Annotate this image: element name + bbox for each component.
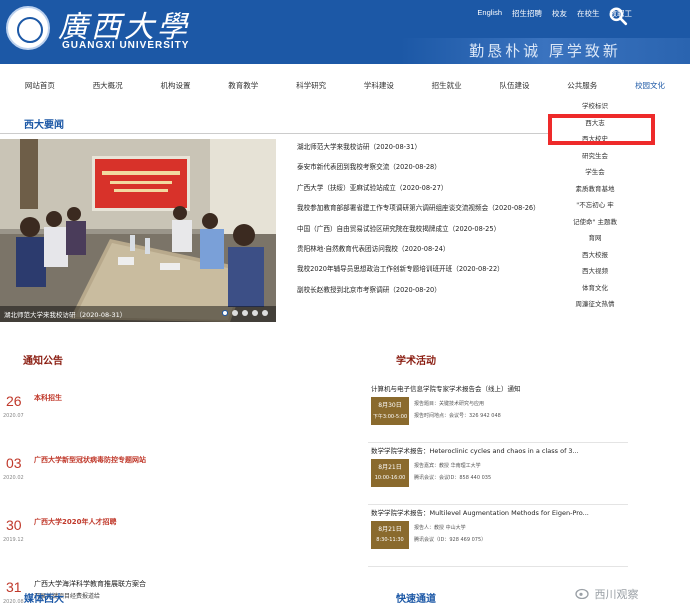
academic-detail: 报告嘉宾：教授 华南理工大学 bbox=[414, 463, 481, 469]
notice-title[interactable]: 广西大学新型冠状病毒防控专题网站 bbox=[34, 455, 146, 465]
news-item[interactable]: 我校参加教育部部署省建工作专项调研第六调研组座谈交流视频会（2020-08-26… bbox=[297, 198, 557, 218]
nav-item-faculty[interactable]: 队伍建设 bbox=[499, 75, 529, 97]
nav-item-home[interactable]: 网站首页 bbox=[25, 75, 55, 97]
carousel-dots bbox=[222, 310, 268, 316]
notice-item[interactable]: 03 2020.02 广西大学新型冠状病毒防控专题网站 bbox=[0, 447, 200, 509]
notice-day: 30 bbox=[6, 517, 22, 533]
academic-section-title[interactable]: 学术活动 bbox=[396, 352, 436, 367]
news-item[interactable]: 湖北师范大学来我校访研（2020-08-31） bbox=[297, 137, 557, 157]
academic-title[interactable]: 数学学院学术报告：Multilevel Augmentation Methods… bbox=[371, 507, 616, 517]
dropdown-item[interactable]: "不忘初心 牢 bbox=[556, 197, 634, 214]
watermark: 西川观察 bbox=[575, 586, 639, 602]
dropdown-item[interactable]: 西大校报 bbox=[556, 247, 634, 264]
header-link-students[interactable]: 在校生 bbox=[577, 8, 600, 19]
nav-item-admissions[interactable]: 招生就业 bbox=[432, 75, 462, 97]
site-header: 廣西大學 GUANGXI UNIVERSITY English 招生招聘 校友 … bbox=[0, 0, 690, 64]
media-section-title[interactable]: 媒体西大 bbox=[24, 590, 64, 605]
academic-item[interactable]: 数学学院学术报告：Heteroclinic cycles and chaos i… bbox=[368, 443, 628, 505]
academic-detail: 报告人：教授 中山大学 bbox=[414, 525, 466, 531]
school-motto: 勤恳朴诚 厚学致新 bbox=[400, 38, 690, 64]
academic-title[interactable]: 计算机与电子信息学院专家学术报告会（线上）通知 bbox=[371, 383, 616, 393]
news-item[interactable]: 中国（广西）自由贸易试验区研究院在我校揭牌成立（2020-08-25） bbox=[297, 219, 557, 239]
carousel-dot[interactable] bbox=[232, 310, 238, 316]
notice-item[interactable]: 30 2019.12 广西大学2020年人才招聘 bbox=[0, 509, 200, 571]
main-nav: 网站首页 西大概况 机构设置 教育教学 科学研究 学科建设 招生就业 队伍建设 … bbox=[0, 75, 690, 97]
notice-section-title[interactable]: 通知公告 bbox=[23, 352, 63, 367]
date-badge: 8月21日 10:00-16:00 bbox=[371, 459, 409, 487]
photo-caption[interactable]: 湖北师范大学来我校访研（2020-08-31） bbox=[4, 309, 126, 319]
notice-day: 31 bbox=[6, 579, 22, 595]
notice-item[interactable]: 26 2020.07 本科招生 bbox=[0, 385, 200, 447]
nav-item-research[interactable]: 科学研究 bbox=[296, 75, 326, 97]
notice-title[interactable]: 本科招生 bbox=[34, 393, 62, 403]
header-link-english[interactable]: English bbox=[477, 8, 502, 19]
notice-month: 2020.08 bbox=[3, 599, 24, 605]
divider bbox=[0, 133, 548, 134]
dropdown-item[interactable]: 学校标识 bbox=[556, 98, 634, 115]
academic-list: 计算机与电子信息学院专家学术报告会（线上）通知 8月30日 下午3:00-5:0… bbox=[368, 381, 628, 567]
academic-detail: 腾讯会议：会议ID：858 440 035 bbox=[414, 475, 492, 481]
date-badge-day: 8月30日 bbox=[378, 402, 402, 409]
nav-item-services[interactable]: 公共服务 bbox=[567, 75, 597, 97]
date-badge-day: 8月21日 bbox=[378, 464, 402, 471]
dropdown-item[interactable]: 西大视频 bbox=[556, 263, 634, 280]
news-item[interactable]: 副校长赵教授到北京市考察调研（2020-08-20） bbox=[297, 280, 557, 300]
academic-item[interactable]: 数学学院学术报告：Multilevel Augmentation Methods… bbox=[368, 505, 628, 567]
carousel-dot[interactable] bbox=[262, 310, 268, 316]
notice-month: 2020.02 bbox=[3, 475, 24, 481]
carousel-dot[interactable] bbox=[252, 310, 258, 316]
carousel-dot[interactable] bbox=[242, 310, 248, 316]
nav-item-disciplines[interactable]: 学科建设 bbox=[364, 75, 394, 97]
academic-title[interactable]: 数学学院学术报告：Heteroclinic cycles and chaos i… bbox=[371, 445, 616, 455]
watermark-text: 西川观察 bbox=[594, 588, 639, 601]
notice-day: 03 bbox=[6, 455, 22, 471]
university-logo[interactable] bbox=[6, 6, 50, 50]
academic-detail: 报告时间地点：会议号：326 942 048 bbox=[414, 413, 501, 419]
dropdown-item[interactable]: 研究生会 bbox=[556, 148, 634, 165]
dropdown-item[interactable]: 学生会 bbox=[556, 164, 634, 181]
site-title-en: GUANGXI UNIVERSITY bbox=[62, 40, 190, 51]
news-list: 湖北师范大学来我校访研（2020-08-31） 泰安市新代表团到我校考察交流（2… bbox=[297, 137, 557, 300]
nav-item-campus-culture[interactable]: 校园文化 bbox=[635, 75, 665, 97]
dropdown-item[interactable]: 周濂征文热情 bbox=[556, 296, 634, 313]
quick-links-title[interactable]: 快速通道 bbox=[396, 590, 436, 605]
academic-item[interactable]: 计算机与电子信息学院专家学术报告会（线上）通知 8月30日 下午3:00-5:0… bbox=[368, 381, 628, 443]
dropdown-item[interactable]: 记使命" 主题教 bbox=[556, 214, 634, 231]
date-badge: 8月21日 8:30-11:30 bbox=[371, 521, 409, 549]
academic-detail: 报告题目：关键技术研究与应用 bbox=[414, 401, 485, 407]
notice-month: 2020.07 bbox=[3, 413, 24, 419]
news-photo[interactable] bbox=[0, 139, 276, 322]
date-badge-time: 10:00-16:00 bbox=[374, 475, 406, 481]
nav-item-overview[interactable]: 西大概况 bbox=[93, 75, 123, 97]
date-badge-day: 8月21日 bbox=[378, 526, 402, 533]
notice-list: 26 2020.07 本科招生 03 2020.02 广西大学新型冠状病毒防控专… bbox=[0, 385, 200, 611]
header-link-alumni[interactable]: 校友 bbox=[552, 8, 567, 19]
dropdown-item[interactable]: 素质教育基地 bbox=[556, 181, 634, 198]
news-item[interactable]: 泰安市新代表团到我校考察交流（2020-08-28） bbox=[297, 157, 557, 177]
red-highlight-annotation bbox=[548, 114, 655, 145]
date-badge: 8月30日 下午3:00-5:00 bbox=[371, 397, 409, 425]
news-item[interactable]: 广西大学（扶绥）亚麻试验站成立（2020-08-27） bbox=[297, 178, 557, 198]
header-link-admissions[interactable]: 招生招聘 bbox=[512, 8, 542, 19]
notice-title[interactable]: 广西大学海洋科学教育推展联方案合 bbox=[34, 579, 146, 589]
notice-title[interactable]: 广西大学2020年人才招聘 bbox=[34, 517, 116, 527]
news-item[interactable]: 我校2020年辅导员思想政治工作创新专题培训班开班（2020-08-22） bbox=[297, 259, 557, 279]
academic-detail: 腾讯会议（ID：928 469 075） bbox=[414, 537, 487, 543]
news-section-title[interactable]: 西大要闻 bbox=[24, 116, 64, 131]
weibo-icon bbox=[575, 588, 589, 600]
dropdown-item[interactable]: 育网 bbox=[556, 230, 634, 247]
carousel-dot[interactable] bbox=[222, 310, 228, 316]
date-badge-time: 8:30-11:30 bbox=[376, 537, 404, 543]
nav-item-education[interactable]: 教育教学 bbox=[228, 75, 258, 97]
search-icon[interactable] bbox=[608, 6, 628, 26]
meeting-photo-illustration bbox=[0, 139, 276, 322]
notice-month: 2019.12 bbox=[3, 537, 24, 543]
nav-item-organization[interactable]: 机构设置 bbox=[160, 75, 190, 97]
date-badge-time: 下午3:00-5:00 bbox=[372, 414, 408, 420]
news-item[interactable]: 贵阳林地·自然教育代表团访问我校（2020-08-24） bbox=[297, 239, 557, 259]
notice-day: 26 bbox=[6, 393, 22, 409]
dropdown-item[interactable]: 体育文化 bbox=[556, 280, 634, 297]
